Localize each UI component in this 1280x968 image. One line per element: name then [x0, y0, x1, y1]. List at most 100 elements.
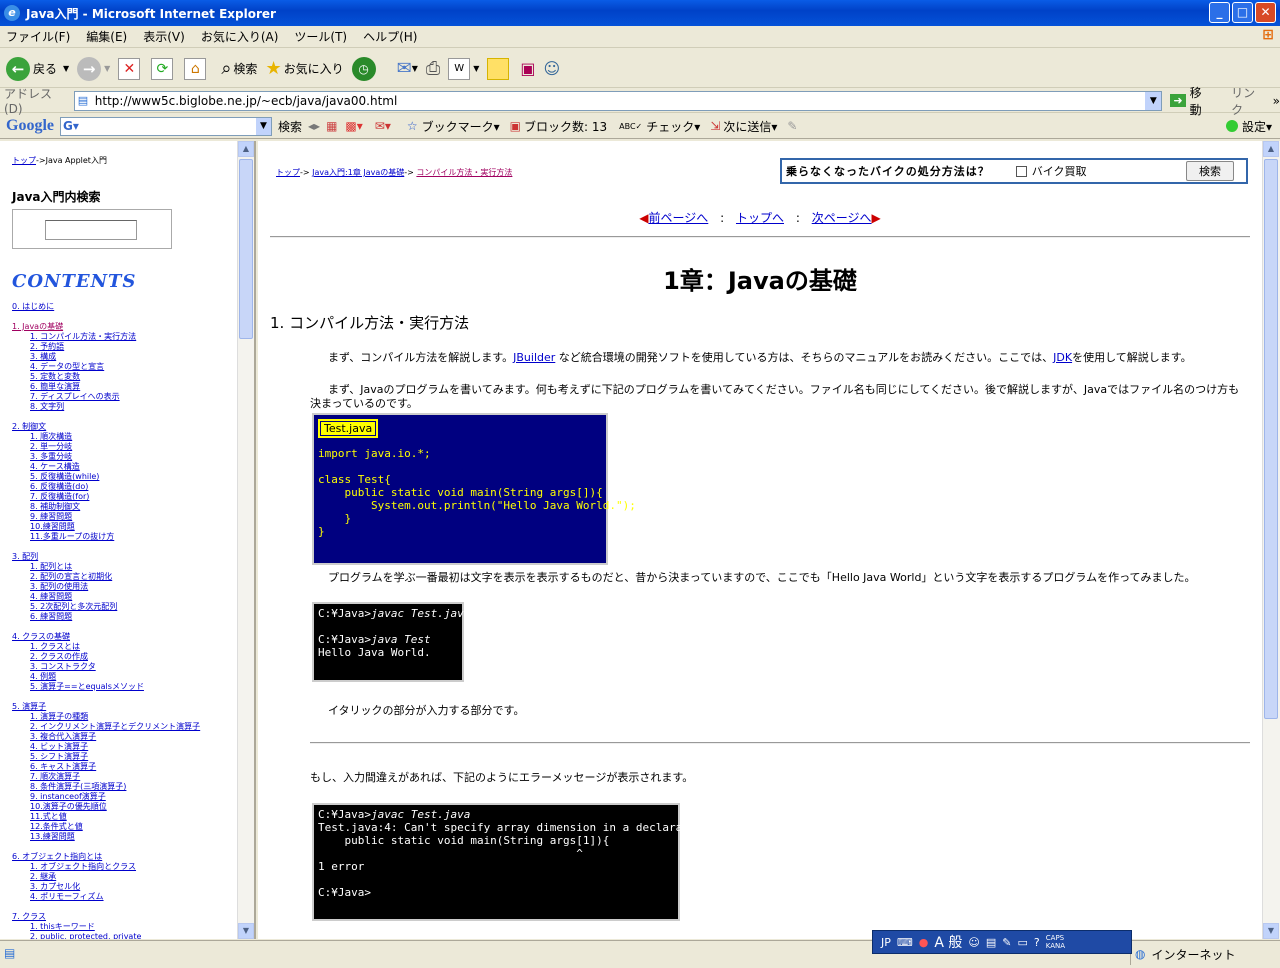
search-button[interactable]: ⌕ 検索: [221, 58, 257, 79]
toc-item-link[interactable]: 4. ケース構造: [12, 462, 224, 472]
toc-item-link[interactable]: 1. オブジェクト指向とクラス: [12, 862, 224, 872]
toc-item-link[interactable]: 6. キャスト演算子: [12, 762, 224, 772]
toc-item-link[interactable]: 4. データの型と宣言: [12, 362, 224, 372]
toc-item-link[interactable]: 5. 2次配列と多次元配列: [12, 602, 224, 612]
toc-item-link[interactable]: 8. 条件演算子(三項演算子): [12, 782, 224, 792]
toc-item-link[interactable]: 3. カプセル化: [12, 882, 224, 892]
toc-item-link[interactable]: 2. 継承: [12, 872, 224, 882]
print-icon[interactable]: ⎙: [426, 58, 440, 79]
tool-icon[interactable]: ✎: [1002, 936, 1011, 949]
toc-section-link[interactable]: 6. オブジェクト指向とは: [12, 852, 224, 862]
toc-item-link[interactable]: 3. 構成: [12, 352, 224, 362]
menu-tools[interactable]: ツール(T): [294, 28, 347, 45]
toc-section-link[interactable]: 0. はじめに: [12, 302, 224, 312]
next-page-link[interactable]: 次ページへ: [812, 211, 872, 225]
google-dropdown-icon[interactable]: ▼: [256, 117, 271, 135]
scroll-thumb[interactable]: [239, 159, 253, 339]
toc-item-link[interactable]: 5. 演算子==とequalsメソッド: [12, 682, 224, 692]
language-indicator[interactable]: JP: [881, 936, 891, 949]
toc-item-link[interactable]: 2. クラスの作成: [12, 652, 224, 662]
toc-item-link[interactable]: 5. 定数と変数: [12, 372, 224, 382]
sidebar-top-link[interactable]: トップ: [12, 156, 36, 165]
google-search-input[interactable]: G▾ ▼: [60, 116, 272, 136]
toc-item-link[interactable]: 3. 多重分岐: [12, 452, 224, 462]
toc-item-link[interactable]: 4. ポリモーフィズム: [12, 892, 224, 902]
breadcrumb-top-link[interactable]: トップ: [276, 168, 300, 177]
toc-section-link[interactable]: 4. クラスの基礎: [12, 632, 224, 642]
popup-blocked-count[interactable]: ブロック数: 13: [524, 118, 607, 135]
toc-item-link[interactable]: 2. public, protected, private: [12, 932, 224, 939]
toc-item-link[interactable]: 5. シフト演算子: [12, 752, 224, 762]
toc-item-link[interactable]: 7. ディスプレイへの表示: [12, 392, 224, 402]
jdk-link[interactable]: JDK: [1053, 351, 1072, 364]
toc-item-link[interactable]: 1. 配列とは: [12, 562, 224, 572]
breadcrumb-current-link[interactable]: コンパイル方法・実行方法: [416, 168, 512, 177]
menu-help[interactable]: ヘルプ(H): [363, 28, 417, 45]
address-dropdown-icon[interactable]: ▼: [1145, 91, 1162, 110]
toc-item-link[interactable]: 2. 配列の宣言と初期化: [12, 572, 224, 582]
toc-item-link[interactable]: 3. 複合代入演算子: [12, 732, 224, 742]
back-button[interactable]: ← 戻る ▼: [6, 56, 69, 81]
ad-search-button[interactable]: 検索: [1186, 161, 1234, 181]
toc-item-link[interactable]: 1. クラスとは: [12, 642, 224, 652]
toc-section-link[interactable]: 1. Javaの基礎: [12, 322, 224, 332]
main-scroll-up-icon[interactable]: ▲: [1263, 141, 1279, 157]
toc-item-link[interactable]: 9. instanceof演算子: [12, 792, 224, 802]
forward-button[interactable]: → ▼: [77, 56, 110, 81]
spellcheck-button[interactable]: チェック▾: [646, 118, 700, 135]
links-button[interactable]: リンク: [1231, 84, 1267, 118]
jbuilder-link[interactable]: JBuilder: [513, 351, 555, 364]
toc-item-link[interactable]: 1. thisキーワード: [12, 922, 224, 932]
address-input[interactable]: ▤ http://www5c.biglobe.ne.jp/~ecb/java/j…: [73, 90, 1163, 111]
toc-item-link[interactable]: 11.式と値: [12, 812, 224, 822]
main-scroll-down-icon[interactable]: ▼: [1263, 923, 1279, 939]
toc-section-link[interactable]: 7. クラス: [12, 912, 224, 922]
forward-dropdown-icon[interactable]: ▼: [104, 64, 110, 73]
toc-item-link[interactable]: 6. 練習問題: [12, 612, 224, 622]
home-icon[interactable]: ⌂: [184, 57, 207, 80]
google-arrows-icon[interactable]: ◂▸: [308, 119, 320, 133]
history-icon[interactable]: ◷: [351, 56, 376, 81]
toc-item-link[interactable]: 8. 文字列: [12, 402, 224, 412]
stop-icon[interactable]: ✕: [118, 57, 141, 80]
mail-icon[interactable]: ✉: [397, 58, 412, 79]
bookmark-button[interactable]: ブックマーク▾: [422, 118, 500, 135]
toc-item-link[interactable]: 7. 反復構造(for): [12, 492, 224, 502]
toc-item-link[interactable]: 3. 配列の使用法: [12, 582, 224, 592]
toc-item-link[interactable]: 12.条件式と値: [12, 822, 224, 832]
pen-icon[interactable]: ✎: [787, 119, 797, 133]
edit-dropdown-icon[interactable]: ▼: [473, 64, 479, 73]
dictionary-icon[interactable]: ▤: [986, 936, 996, 949]
toc-item-link[interactable]: 1. 演算子の種類: [12, 712, 224, 722]
keyboard-icon[interactable]: ⌨: [897, 936, 913, 949]
toc-section-link[interactable]: 5. 演算子: [12, 702, 224, 712]
toc-item-link[interactable]: 4. 練習問題: [12, 592, 224, 602]
toc-item-link[interactable]: 2. インクリメント演算子とデクリメント演算子: [12, 722, 224, 732]
toc-item-link[interactable]: 2. 予約語: [12, 342, 224, 352]
settings-button[interactable]: 設定▾: [1225, 118, 1272, 135]
links-chevron-icon[interactable]: »: [1273, 94, 1280, 108]
toc-item-link[interactable]: 3. コンストラクタ: [12, 662, 224, 672]
main-scrollbar[interactable]: ▲ ▼: [1262, 141, 1280, 939]
toc-item-link[interactable]: 6. 簡単な演算: [12, 382, 224, 392]
menu-file[interactable]: ファイル(F): [6, 28, 70, 45]
toc-item-link[interactable]: 7. 順次演算子: [12, 772, 224, 782]
scroll-down-icon[interactable]: ▼: [238, 923, 254, 939]
refresh-icon[interactable]: ⟳: [151, 57, 174, 80]
gmail-icon[interactable]: ✉▾: [375, 119, 391, 133]
left-scrollbar[interactable]: ▲ ▼: [237, 141, 254, 939]
ad-checkbox[interactable]: [1015, 165, 1027, 177]
ime-mode[interactable]: A 般: [934, 932, 962, 952]
toc-item-link[interactable]: 4. ビット演算子: [12, 742, 224, 752]
toc-item-link[interactable]: 10.練習問題: [12, 522, 224, 532]
toc-item-link[interactable]: 1. 順次構造: [12, 432, 224, 442]
toc-item-link[interactable]: 8. 補助制御文: [12, 502, 224, 512]
send-to-button[interactable]: 次に送信▾: [723, 118, 777, 135]
maximize-button[interactable]: □: [1232, 2, 1253, 23]
google-g-icon[interactable]: G▾: [63, 119, 79, 133]
toc-item-link[interactable]: 1. コンパイル方法・実行方法: [12, 332, 224, 342]
toc-item-link[interactable]: 5. 反復構造(while): [12, 472, 224, 482]
scroll-up-icon[interactable]: ▲: [238, 141, 254, 157]
go-button[interactable]: ➜ 移動: [1170, 84, 1213, 118]
toc-item-link[interactable]: 4. 例題: [12, 672, 224, 682]
